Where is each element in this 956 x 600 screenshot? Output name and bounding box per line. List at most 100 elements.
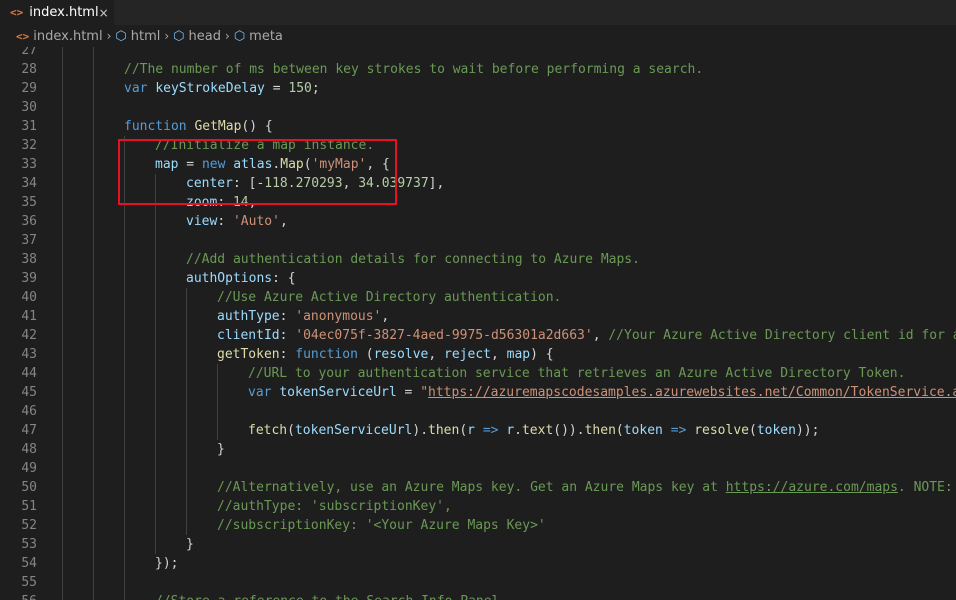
code-token: then — [584, 423, 616, 438]
indent-guide — [155, 421, 156, 440]
code-line[interactable]: 31 function GetMap() { — [0, 117, 956, 136]
indent-guide — [124, 288, 125, 307]
indent-guide — [124, 421, 125, 440]
indent-guide — [155, 269, 156, 288]
indent-guide — [62, 421, 63, 440]
line-number: 47 — [21, 423, 37, 438]
indent-guide — [93, 326, 94, 345]
indent-guide — [62, 459, 63, 478]
line-number: 56 — [0, 592, 37, 600]
indent-guide — [155, 440, 156, 459]
breadcrumb-item-html[interactable]: ⬡ html — [115, 29, 160, 44]
indent-guide — [124, 402, 125, 421]
code-token: : — [217, 214, 233, 229]
close-icon[interactable]: × — [99, 6, 109, 20]
code-token: : — [279, 328, 296, 343]
code-line[interactable]: 28 //The number of ms between key strokes… — [0, 60, 956, 79]
code-line[interactable]: 47 fetch(tokenServiceUrl).then(r => r.tex… — [0, 421, 956, 440]
indent-guide — [186, 364, 187, 383]
indent-guide — [124, 212, 125, 231]
indent-guide — [93, 288, 94, 307]
code-text: //subscriptionKey: '<Your Azure Maps Key… — [217, 516, 546, 535]
code-token: ( — [748, 423, 757, 438]
line-number: 38 — [21, 252, 37, 267]
indent-guide — [62, 573, 63, 592]
indent-guide — [93, 402, 94, 421]
code-line[interactable]: 37 — [0, 231, 956, 250]
code-line[interactable]: 27 — [0, 47, 956, 60]
code-line[interactable]: 41 authType: 'anonymous', — [0, 307, 956, 326]
code-token[interactable]: https://azure.com/maps — [726, 480, 898, 495]
code-line[interactable]: 38 //Add authentication details for conne… — [0, 250, 956, 269]
indent-guide — [62, 212, 63, 231]
code-line[interactable]: 42 clientId: '04ec075f-3827-4aed-9975-d56… — [0, 326, 956, 345]
indent-guide — [186, 516, 187, 535]
indent-guide — [124, 440, 125, 459]
tab-index-html[interactable]: <> index.html × — [0, 0, 114, 25]
cube-icon: ⬡ — [115, 28, 127, 44]
breadcrumb-item-index-html[interactable]: <> index.html — [16, 29, 103, 44]
code-token: authType — [217, 309, 280, 324]
breadcrumb-item-head[interactable]: ⬡ head — [173, 29, 221, 44]
code-token: then — [428, 423, 460, 438]
code-line[interactable]: 48} — [0, 440, 956, 459]
code-line[interactable]: 46 — [0, 402, 956, 421]
code-token: var — [124, 81, 156, 96]
line-number: 52 — [21, 518, 37, 533]
code-text: //Use Azure Active Directory authenticat… — [217, 288, 561, 307]
code-token: 'anonymous' — [295, 309, 382, 324]
code-token: }); — [155, 556, 179, 571]
indent-guide — [186, 326, 187, 345]
code-line[interactable]: 51 //authType: 'subscriptionKey', — [0, 497, 956, 516]
indent-guide — [62, 535, 63, 554]
html-file-icon: <> — [10, 6, 24, 19]
code-line[interactable]: 40 //Use Azure Active Directory authentic… — [0, 288, 956, 307]
indent-guide — [62, 288, 63, 307]
code-line[interactable]: 43 getToken: function (resolve, reject, m… — [0, 345, 956, 364]
breadcrumb-label: meta — [249, 28, 283, 44]
indent-guide — [93, 478, 94, 497]
indent-guide — [93, 193, 94, 212]
code-line[interactable]: 45 var tokenServiceUrl = "https://azurema… — [0, 383, 956, 402]
code-line[interactable]: 54}); — [0, 554, 956, 573]
code-token: //subscriptionKey: '<Your Azure Maps Key… — [217, 518, 546, 533]
code-line[interactable]: 30 — [0, 98, 956, 117]
code-text: }); — [155, 554, 178, 573]
code-token: tokenServiceUrl — [279, 385, 397, 400]
indent-guide — [93, 212, 94, 231]
breadcrumb-label: index.html — [33, 28, 103, 44]
code-token: , — [381, 309, 390, 324]
code-line[interactable]: 39 authOptions: { — [0, 269, 956, 288]
code-line[interactable]: 52 //subscriptionKey: '<Your Azure Maps K… — [0, 516, 956, 535]
indent-guide — [93, 231, 94, 250]
line-number: 31 — [21, 119, 37, 134]
code-token[interactable]: https://azuremapscodesamples.azurewebsit… — [428, 385, 956, 400]
code-token: function — [295, 347, 366, 362]
line-number: 30 — [21, 100, 37, 115]
code-line[interactable]: 49 — [0, 459, 956, 478]
line-number: 51 — [21, 499, 37, 514]
code-line[interactable]: 44 //URL to your authentication service t… — [0, 364, 956, 383]
code-token: var — [248, 385, 280, 400]
indent-guide — [62, 497, 63, 516]
code-line[interactable]: 53} — [0, 535, 956, 554]
code-line[interactable]: 56 //Store a reference to the Search Info… — [0, 592, 956, 600]
code-token: tokenServiceUrl — [294, 423, 413, 438]
code-token: //Your Azure Active Directory client id … — [608, 328, 956, 343]
tab-bar: <> index.html × — [0, 0, 956, 25]
indent-guide — [155, 307, 156, 326]
code-line[interactable]: 55 — [0, 573, 956, 592]
code-editor[interactable]: 27 28 //The number of ms between key strok… — [0, 47, 956, 600]
indent-guide — [62, 345, 63, 364]
code-line[interactable]: 36 view: 'Auto', — [0, 212, 956, 231]
code-token: r — [467, 423, 475, 438]
indent-guide — [186, 497, 187, 516]
code-token: => — [475, 423, 507, 438]
code-line[interactable]: 29 var keyStrokeDelay = 150; — [0, 79, 956, 98]
code-text: getToken: function (resolve, reject, map… — [217, 345, 554, 364]
code-text: } — [217, 440, 225, 459]
code-token: //authType: 'subscriptionKey', — [217, 499, 452, 514]
indent-guide — [93, 573, 94, 592]
code-line[interactable]: 50 //Alternatively, use an Azure Maps key… — [0, 478, 956, 497]
breadcrumb-item-meta[interactable]: ⬡ meta — [234, 29, 283, 44]
